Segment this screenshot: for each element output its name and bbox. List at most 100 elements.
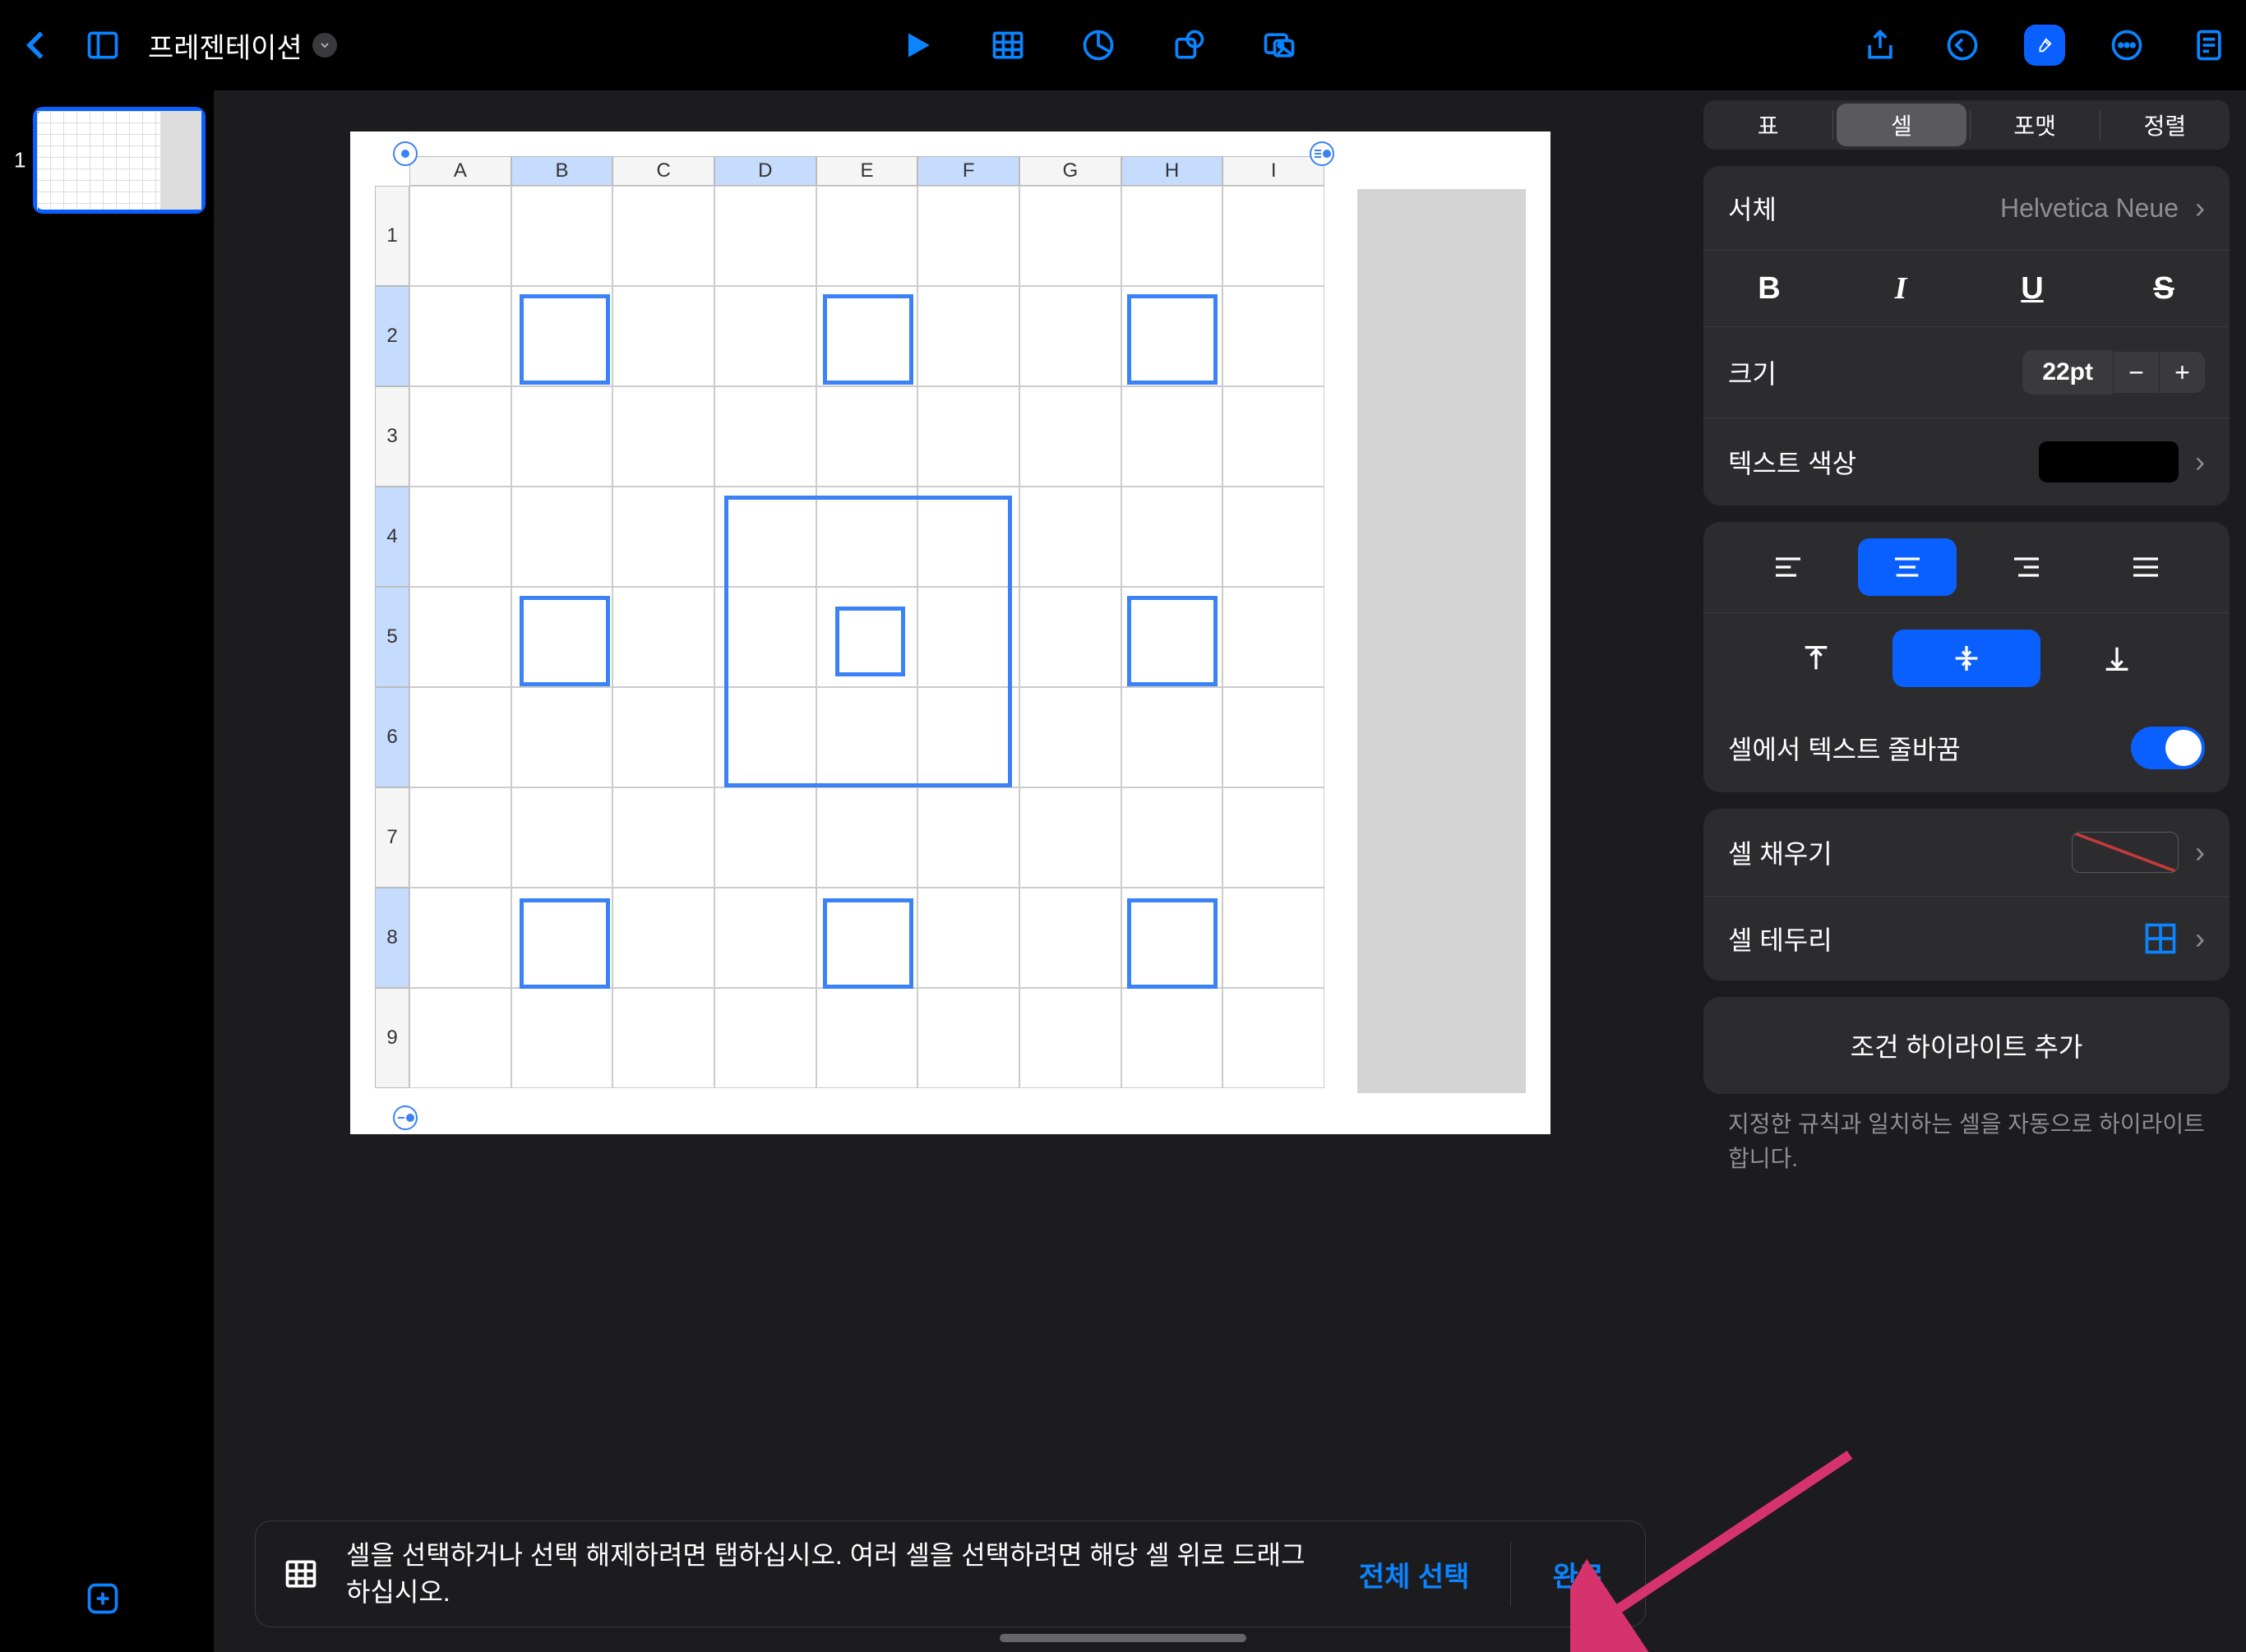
tab-table[interactable]: 표: [1703, 100, 1832, 150]
document-settings-icon[interactable]: [2188, 25, 2230, 66]
cell[interactable]: [1121, 687, 1223, 787]
cell[interactable]: [409, 286, 511, 386]
add-slide-button[interactable]: [82, 1578, 123, 1619]
spreadsheet-table[interactable]: A B C D E F G H I 1 2 3 4 5: [375, 156, 1324, 1118]
italic-button[interactable]: I: [1835, 270, 1966, 307]
col-header-b[interactable]: B: [511, 156, 613, 186]
cell[interactable]: [511, 487, 613, 587]
cell[interactable]: [1222, 687, 1324, 787]
wrap-toggle[interactable]: [2131, 727, 2205, 769]
cell[interactable]: [816, 988, 918, 1088]
cell[interactable]: [1222, 386, 1324, 487]
cell[interactable]: [816, 186, 918, 286]
row-header-2[interactable]: 2: [375, 286, 409, 386]
cell[interactable]: [714, 988, 816, 1088]
cell[interactable]: [917, 888, 1019, 988]
cell[interactable]: [1019, 787, 1121, 888]
bold-button[interactable]: B: [1703, 271, 1835, 307]
cell[interactable]: [612, 587, 714, 687]
cell[interactable]: [511, 386, 613, 487]
cell[interactable]: [714, 888, 816, 988]
valign-bottom-button[interactable]: [2068, 630, 2166, 687]
select-all-button[interactable]: 전체 선택: [1343, 1554, 1486, 1594]
cell[interactable]: [714, 286, 816, 386]
table-handle-bottom-left[interactable]: [393, 1105, 418, 1130]
cell[interactable]: [1222, 587, 1324, 687]
cell[interactable]: [612, 988, 714, 1088]
cell[interactable]: [917, 988, 1019, 1088]
row-header-5[interactable]: 5: [375, 587, 409, 687]
cell[interactable]: [1121, 487, 1223, 587]
cell[interactable]: [1019, 487, 1121, 587]
play-icon[interactable]: [897, 25, 938, 66]
cell[interactable]: [1019, 888, 1121, 988]
cell[interactable]: [1222, 186, 1324, 286]
cell[interactable]: [917, 186, 1019, 286]
align-center-button[interactable]: [1858, 538, 1957, 596]
cell[interactable]: [511, 988, 613, 1088]
table-icon[interactable]: [987, 25, 1028, 66]
cell[interactable]: [714, 186, 816, 286]
cell[interactable]: [917, 286, 1019, 386]
tab-cell[interactable]: 셀: [1837, 104, 1966, 146]
cell[interactable]: [714, 386, 816, 487]
cell[interactable]: [1019, 386, 1121, 487]
tab-format[interactable]: 포맷: [1971, 100, 2100, 150]
done-button[interactable]: 완료: [1536, 1554, 1620, 1594]
cell[interactable]: [409, 988, 511, 1088]
row-header-8[interactable]: 8: [375, 888, 409, 988]
cell[interactable]: [511, 787, 613, 888]
cell[interactable]: [714, 787, 816, 888]
row-header-9[interactable]: 9: [375, 988, 409, 1088]
cell[interactable]: [917, 787, 1019, 888]
cell[interactable]: [409, 186, 511, 286]
cell[interactable]: [1121, 186, 1223, 286]
cell[interactable]: [511, 687, 613, 787]
row-header-6[interactable]: 6: [375, 687, 409, 787]
cell[interactable]: [409, 487, 511, 587]
cell[interactable]: [1121, 988, 1223, 1088]
chart-icon[interactable]: [1078, 25, 1119, 66]
cell[interactable]: [409, 888, 511, 988]
col-header-e[interactable]: E: [816, 156, 918, 186]
cell[interactable]: [1222, 487, 1324, 587]
cell[interactable]: [1019, 988, 1121, 1088]
table-handle-top-right[interactable]: [1310, 141, 1334, 166]
cell[interactable]: [1222, 888, 1324, 988]
cell[interactable]: [612, 186, 714, 286]
cell[interactable]: [511, 186, 613, 286]
cell[interactable]: [612, 386, 714, 487]
sidebar-toggle-icon[interactable]: [82, 25, 123, 66]
cell[interactable]: [612, 687, 714, 787]
format-brush-icon[interactable]: [2024, 25, 2065, 66]
cell[interactable]: [409, 687, 511, 787]
col-header-c[interactable]: C: [612, 156, 714, 186]
cell[interactable]: [612, 787, 714, 888]
align-left-button[interactable]: [1739, 538, 1837, 596]
cell[interactable]: [1019, 587, 1121, 687]
valign-top-button[interactable]: [1767, 630, 1865, 687]
cell[interactable]: [409, 587, 511, 687]
row-header-1[interactable]: 1: [375, 186, 409, 286]
cell[interactable]: [1121, 787, 1223, 888]
slide-canvas[interactable]: A B C D E F G H I 1 2 3 4 5: [350, 132, 1550, 1134]
share-icon[interactable]: [1860, 25, 1901, 66]
cell[interactable]: [1121, 386, 1223, 487]
col-header-f[interactable]: F: [917, 156, 1019, 186]
cell[interactable]: [1019, 286, 1121, 386]
cell[interactable]: [1222, 988, 1324, 1088]
cell[interactable]: [816, 386, 918, 487]
cell[interactable]: [816, 787, 918, 888]
cell[interactable]: [1019, 687, 1121, 787]
cell[interactable]: [409, 787, 511, 888]
cell[interactable]: [612, 888, 714, 988]
row-header-3[interactable]: 3: [375, 386, 409, 487]
text-color-row[interactable]: 텍스트 색상 ›: [1703, 418, 2230, 505]
cell[interactable]: [1222, 286, 1324, 386]
slide-thumbnail[interactable]: 1: [33, 107, 206, 214]
col-header-i[interactable]: I: [1222, 156, 1324, 186]
col-header-d[interactable]: D: [714, 156, 816, 186]
back-button[interactable]: [16, 25, 58, 66]
underline-button[interactable]: U: [1966, 271, 2098, 307]
strikethrough-button[interactable]: S: [2098, 271, 2230, 307]
